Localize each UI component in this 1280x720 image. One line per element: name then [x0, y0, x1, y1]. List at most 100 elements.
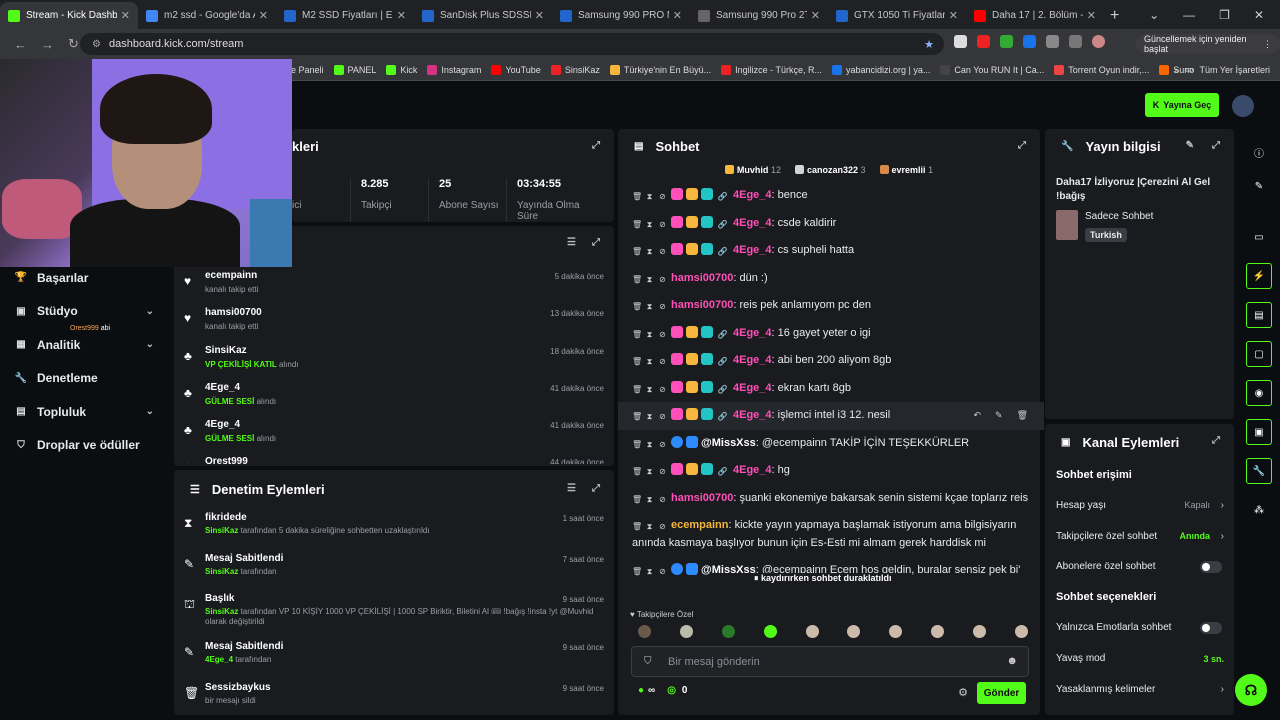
- help-button[interactable]: ☊: [1235, 674, 1267, 706]
- chat-message[interactable]: 🗑 ⧗ ⊘ @MissXss: @ecempainn TAKİP İÇİN TEŞEK…: [618, 430, 1044, 458]
- chat-username[interactable]: ecempainn: [671, 519, 728, 531]
- browser-tab[interactable]: GTX 1050 Ti Fiyatları | En ✕: [828, 2, 966, 29]
- chat-message[interactable]: 🗑 ⧗ ⊘ hamsi00700: şuanki ekonemiye bakarsak…: [618, 485, 1044, 513]
- bookmark-item[interactable]: Instagram: [427, 64, 481, 75]
- ban-icon[interactable]: ⊘: [658, 563, 667, 576]
- filter-icon[interactable]: ☰: [567, 237, 576, 248]
- sidebar-item[interactable]: 🔧 Denetleme: [0, 362, 172, 396]
- document-icon[interactable]: ▤: [1246, 302, 1272, 328]
- trash-icon[interactable]: 🗑: [632, 243, 642, 256]
- extension-icon[interactable]: [954, 35, 967, 48]
- setting-row[interactable]: Hesap yaşı Kapalı ›: [1045, 490, 1234, 521]
- profile-avatar-icon[interactable]: [1092, 35, 1105, 48]
- trash-icon[interactable]: 🗑: [632, 463, 642, 476]
- bookmark-item[interactable]: Ingilizce - Türkçe, R...: [721, 64, 822, 75]
- toggle-switch[interactable]: [1200, 621, 1222, 634]
- bookmark-star-icon[interactable]: ★: [924, 38, 934, 51]
- mod-action-title[interactable]: fikridede: [205, 512, 614, 523]
- chat-message[interactable]: 🗑 ⧗ ⊘ ecempainn: kickte yayın yapmaya başla…: [618, 512, 1044, 557]
- expand-icon[interactable]: ⤢: [592, 237, 600, 248]
- all-bookmarks-label[interactable]: Tüm Yer İşaretleri: [1199, 65, 1270, 75]
- hourglass-icon[interactable]: ⧗: [645, 188, 654, 201]
- ban-icon[interactable]: ⊘: [658, 463, 667, 476]
- trash-icon[interactable]: 🗑: [632, 326, 642, 339]
- expand-icon[interactable]: ⤢: [592, 483, 600, 494]
- mod-actor[interactable]: SinsiKaz: [205, 526, 238, 535]
- ban-icon[interactable]: ⊘: [658, 271, 667, 284]
- mod-action-title[interactable]: Mesaj Sabitlendi: [205, 553, 614, 564]
- menu-dots-icon[interactable]: ⋮: [1263, 39, 1272, 50]
- extension-icon[interactable]: [1023, 35, 1036, 48]
- expand-icon[interactable]: ⤢: [592, 140, 600, 151]
- puzzle-icon[interactable]: [1046, 35, 1059, 48]
- bookmark-item[interactable]: Kick: [386, 64, 417, 75]
- chat-username[interactable]: 4Ege_4: [733, 409, 772, 421]
- chat-username[interactable]: hamsi00700: [671, 299, 733, 311]
- go-live-button[interactable]: K Yayına Geç: [1145, 93, 1219, 117]
- close-icon[interactable]: ✕: [949, 9, 958, 22]
- ban-icon[interactable]: ⊘: [658, 491, 667, 504]
- hourglass-icon[interactable]: ⧗: [645, 298, 654, 311]
- url-field[interactable]: ⚙ dashboard.kick.com/stream ★: [80, 33, 944, 55]
- ban-icon[interactable]: ⊘: [658, 298, 667, 311]
- bookmark-item[interactable]: yabancidizi.org | ya...: [831, 64, 930, 75]
- chat-message[interactable]: 🗑 ⧗ ⊘ hamsi00700: dün :): [618, 265, 1044, 293]
- update-button[interactable]: Güncellemek için yeniden başlat ⋮: [1136, 34, 1280, 54]
- mod-actor[interactable]: 4Ege_4: [205, 655, 233, 664]
- emote-icon[interactable]: [763, 625, 777, 638]
- trash-icon[interactable]: 🗑: [632, 271, 642, 284]
- hourglass-icon[interactable]: ⧗: [645, 491, 654, 504]
- chat-message[interactable]: 🗑 ⧗ ⊘ 🔗 4Ege_4: ekran kartı 8gb: [618, 375, 1044, 403]
- trash-icon[interactable]: 🗑: [632, 381, 642, 394]
- ban-icon[interactable]: ⊘: [658, 518, 667, 531]
- chat-username[interactable]: 4Ege_4: [733, 382, 772, 394]
- setting-row[interactable]: Yasaklanmış kelimeler ›: [1045, 674, 1234, 705]
- setting-row[interactable]: Yavaş mod 3 sn.: [1045, 643, 1234, 674]
- gear-icon[interactable]: ⚙: [958, 686, 968, 699]
- browser-tab[interactable]: SanDisk Plus SDSSDA3N ✕: [414, 2, 552, 29]
- sidebar-item[interactable]: ▦ Analitik ⌄: [0, 328, 172, 362]
- bookmark-item[interactable]: YouTube: [491, 64, 541, 75]
- chat-message[interactable]: 🗑 ⧗ ⊘ 🔗 4Ege_4: csde kaldirir: [618, 210, 1044, 238]
- chat-message[interactable]: 🗑 ⧗ ⊘ 🔗 4Ege_4: cs supheli hatta: [618, 237, 1044, 265]
- media-icon[interactable]: [1069, 35, 1082, 48]
- chevron-right-icon[interactable]: ›: [1221, 500, 1224, 511]
- emote-icon[interactable]: [721, 625, 735, 638]
- browser-tab[interactable]: Samsung 990 PRO MZ-V9 ✕: [552, 2, 690, 29]
- expand-icon[interactable]: ⤢: [1212, 435, 1220, 446]
- hourglass-icon[interactable]: ⧗: [645, 463, 654, 476]
- chat-input[interactable]: ⛉ Bir mesaj gönderin ☻: [631, 646, 1029, 677]
- chat-username[interactable]: 4Ege_4: [733, 354, 772, 366]
- trash-icon[interactable]: 🗑: [632, 436, 642, 449]
- trash-icon[interactable]: 🗑: [632, 518, 642, 531]
- chat-paused-banner[interactable]: ⏸ kaydırırken sohbet duraklatıldı: [754, 573, 892, 584]
- expand-icon[interactable]: ⤢: [1212, 140, 1220, 151]
- forward-icon[interactable]: →: [41, 37, 54, 52]
- chat-username[interactable]: 4Ege_4: [733, 189, 772, 201]
- setting-row[interactable]: Takipçilere özel sohbet Anında ›: [1045, 521, 1234, 552]
- close-icon[interactable]: ✕: [673, 9, 682, 22]
- extension-icon[interactable]: [1000, 35, 1013, 48]
- new-tab-button[interactable]: +: [1110, 2, 1119, 29]
- chat-message[interactable]: 🗑 ⧗ ⊘ 🔗 4Ege_4: 16 gayet yeter o igi: [618, 320, 1044, 348]
- close-icon[interactable]: ✕: [397, 9, 406, 22]
- expand-icon[interactable]: ⤢: [1018, 140, 1026, 151]
- restore-icon[interactable]: ❐: [1219, 8, 1230, 22]
- send-button[interactable]: Gönder: [977, 682, 1026, 704]
- points-icon[interactable]: ◎: [667, 685, 676, 696]
- pin-icon[interactable]: ✎: [995, 407, 1003, 425]
- hourglass-icon[interactable]: ⧗: [645, 326, 654, 339]
- browser-tab[interactable]: Samsung 990 Pro 2TB M ✕: [690, 2, 828, 29]
- chat-username[interactable]: hamsi00700: [671, 272, 733, 284]
- edit-icon[interactable]: ✎: [1246, 173, 1272, 199]
- close-icon[interactable]: ✕: [535, 9, 544, 22]
- info-icon[interactable]: ⓘ: [1246, 139, 1272, 165]
- bookmark-item[interactable]: SinsiKaz: [550, 64, 600, 75]
- ban-icon[interactable]: ⊘: [658, 381, 667, 394]
- emote-icon[interactable]: [889, 625, 903, 638]
- back-icon[interactable]: ←: [14, 37, 27, 52]
- sidebar-item[interactable]: ⛉ Droplar ve ödüller: [0, 429, 172, 463]
- ban-icon[interactable]: ⊘: [658, 353, 667, 366]
- browser-tab[interactable]: Stream - Kick Dashboard ✕: [0, 2, 138, 29]
- emoji-icon[interactable]: ☻: [1006, 655, 1018, 667]
